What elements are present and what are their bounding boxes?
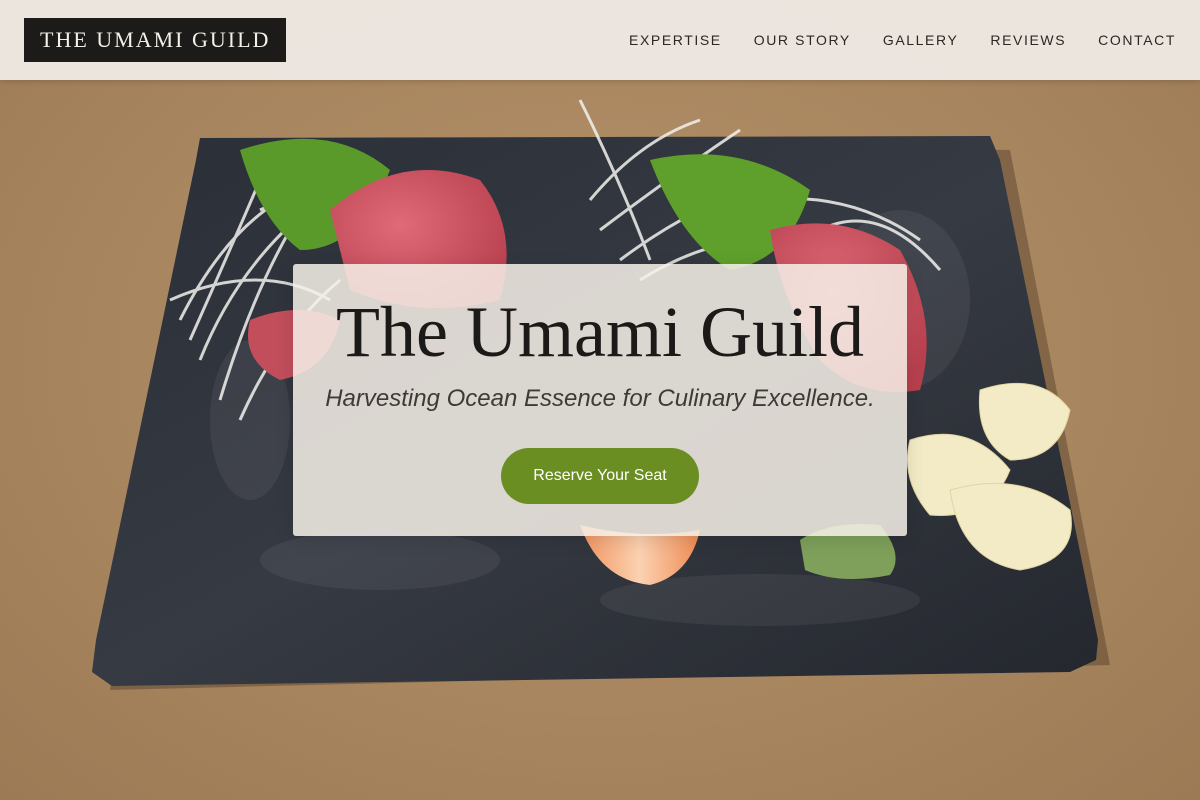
nav-link-our-story[interactable]: OUR STORY <box>754 32 851 48</box>
hero-card: The Umami Guild Harvesting Ocean Essence… <box>293 264 907 536</box>
hero-subtitle: Harvesting Ocean Essence for Culinary Ex… <box>325 385 875 412</box>
hero-title: The Umami Guild <box>336 292 864 372</box>
reserve-seat-button[interactable]: Reserve Your Seat <box>501 448 699 504</box>
nav-link-reviews[interactable]: REVIEWS <box>990 32 1066 48</box>
nav-link-gallery[interactable]: GALLERY <box>883 32 959 48</box>
main-nav: EXPERTISE OUR STORY GALLERY REVIEWS CONT… <box>629 0 1176 80</box>
nav-link-contact[interactable]: CONTACT <box>1098 32 1176 48</box>
site-logo[interactable]: THE UMAMI GUILD <box>24 18 287 62</box>
nav-link-expertise[interactable]: EXPERTISE <box>629 32 722 48</box>
top-navbar: THE UMAMI GUILD EXPERTISE OUR STORY GALL… <box>0 0 1200 80</box>
